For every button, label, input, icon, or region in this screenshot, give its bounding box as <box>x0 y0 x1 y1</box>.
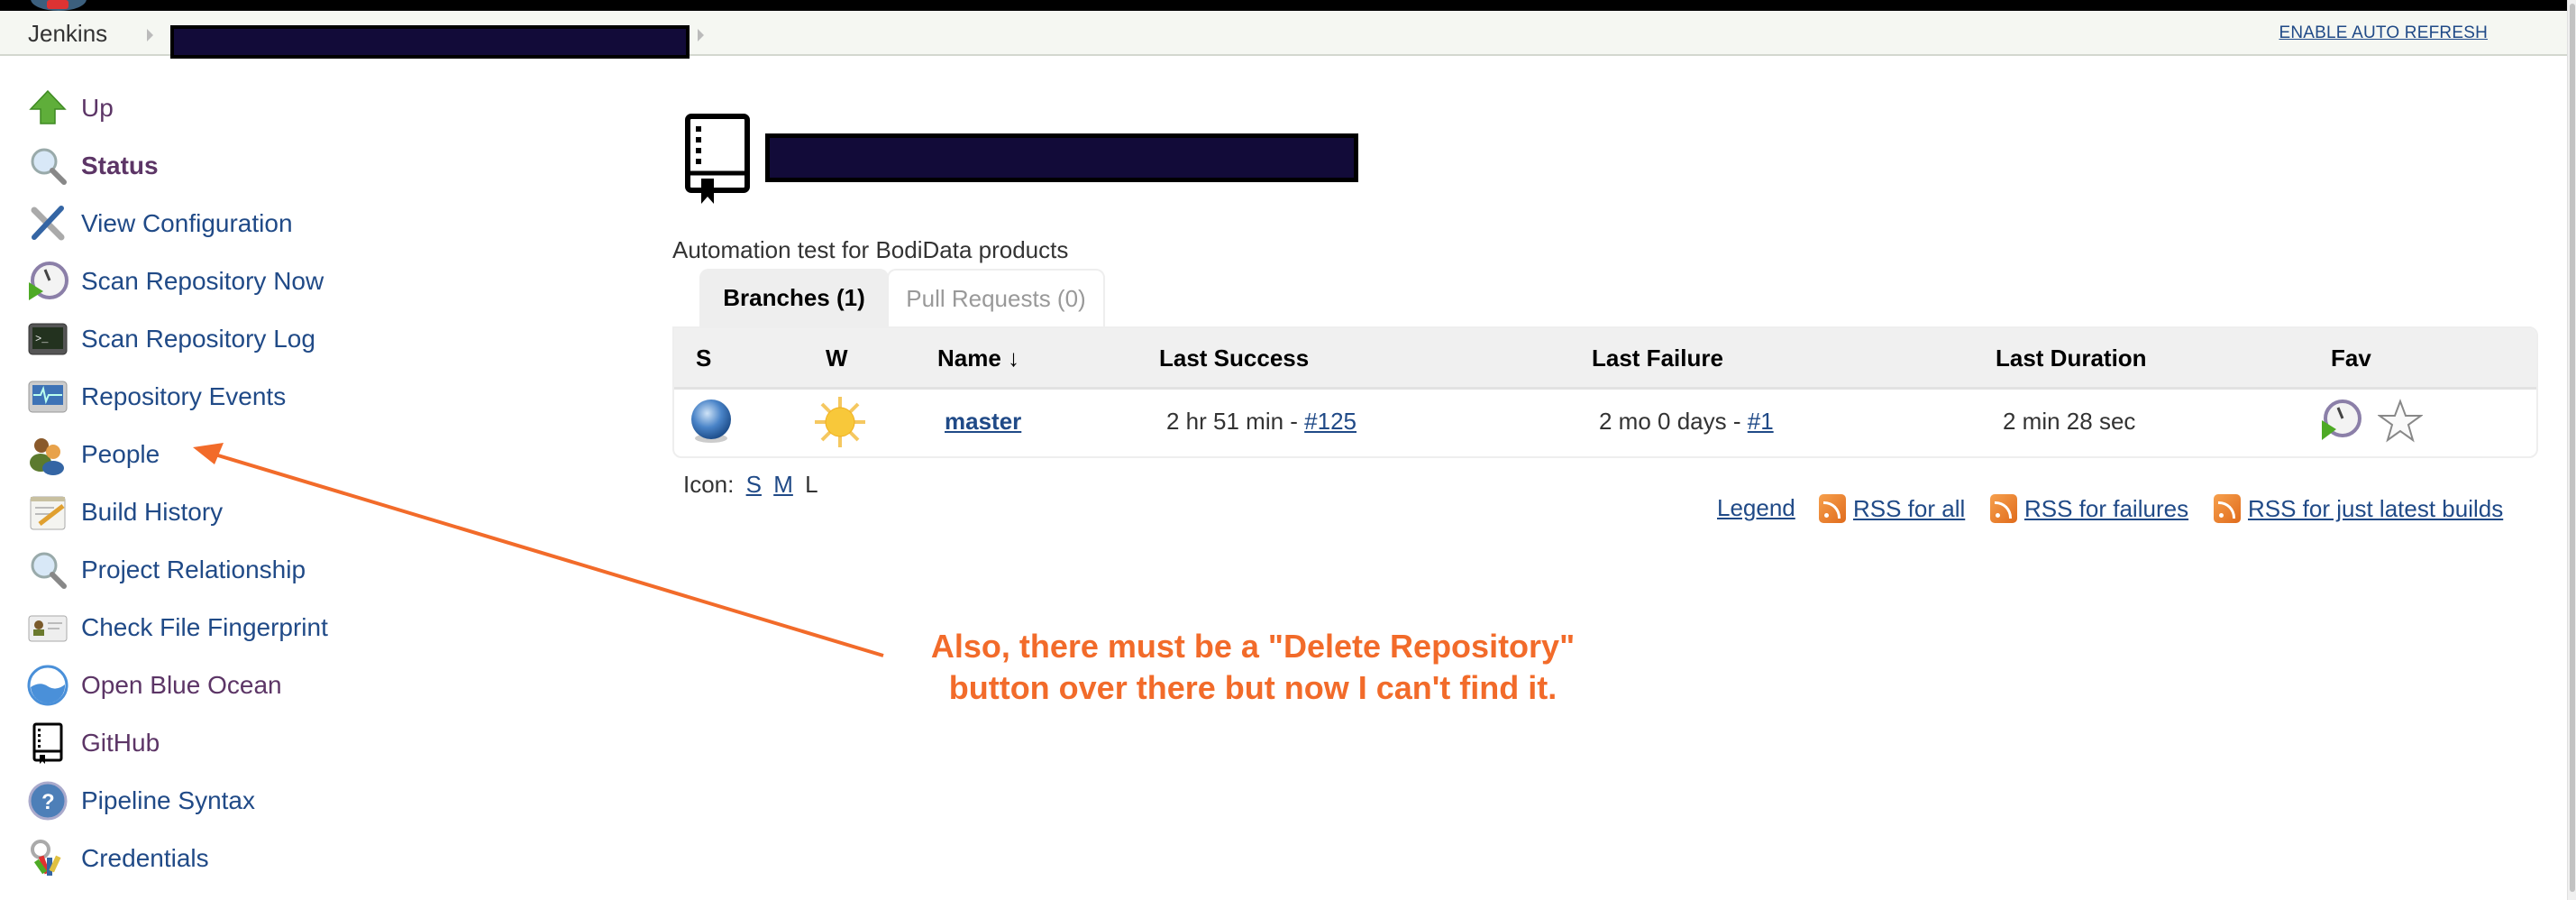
last-duration-cell: 2 min 28 sec <box>2003 408 2136 435</box>
last-success-time: 2 hr 51 min - <box>1166 408 1305 435</box>
sidebar-item-label: GitHub <box>81 729 160 757</box>
sidebar-item-label: Open Blue Ocean <box>81 671 282 699</box>
column-status[interactable]: S <box>696 344 711 372</box>
breadcrumb-separator-icon[interactable] <box>147 29 153 41</box>
sidebar-item-check-file-fingerprint[interactable]: Check File Fingerprint <box>27 605 328 650</box>
enable-auto-refresh-link[interactable]: ENABLE AUTO REFRESH <box>2279 23 2488 43</box>
last-failure-cell: 2 mo 0 days - #1 <box>1599 408 1774 436</box>
column-last-failure[interactable]: Last Failure <box>1592 344 1723 372</box>
magnifier-icon <box>27 145 69 187</box>
sidebar-item-label: Scan Repository Log <box>81 325 315 353</box>
favorite-star-icon[interactable] <box>2376 399 2425 448</box>
annotation-text: Also, there must be a "Delete Repository… <box>901 626 1604 709</box>
repo-book-icon <box>27 722 69 764</box>
fingerprint-card-icon <box>27 607 69 648</box>
column-last-duration[interactable]: Last Duration <box>1996 344 2147 372</box>
svg-text:>_: >_ <box>35 333 49 345</box>
sidebar-item-view-configuration[interactable]: View Configuration <box>27 201 293 246</box>
sidebar-item-scan-repository-now[interactable]: Scan Repository Now <box>27 259 324 304</box>
sidebar-item-label: Build History <box>81 498 224 526</box>
sidebar-item-up[interactable]: Up <box>27 86 114 131</box>
sidebar-item-label: Credentials <box>81 844 209 872</box>
column-weather[interactable]: W <box>826 344 848 372</box>
repo-description: Automation test for BodiData products <box>672 236 1069 263</box>
column-name[interactable]: Name ↓ <box>937 344 1019 372</box>
blue-ocean-icon <box>27 665 69 706</box>
table-header: S W Name ↓ Last Success Last Failure Las… <box>674 328 2536 390</box>
last-success-cell: 2 hr 51 min - #125 <box>1166 408 1357 436</box>
annotation-line-1: Also, there must be a "Delete Repository… <box>930 628 1576 665</box>
svg-text:?: ? <box>41 790 55 814</box>
help-icon: ? <box>27 780 69 822</box>
icon-size-label: Icon: <box>683 471 735 498</box>
repo-book-icon <box>685 114 750 204</box>
annotation-line-2: button over there but now I can't find i… <box>948 669 1557 706</box>
last-success-build-link[interactable]: #125 <box>1304 408 1357 435</box>
breadcrumb-separator-icon[interactable] <box>698 29 704 41</box>
sidebar-item-label: Project Relationship <box>81 556 306 583</box>
sidebar-item-label: Status <box>81 152 159 179</box>
breadcrumb-jenkins[interactable]: Jenkins <box>28 20 107 48</box>
tools-icon <box>27 203 69 244</box>
page-title-redacted <box>765 133 1358 182</box>
vertical-scrollbar[interactable] <box>2567 0 2576 900</box>
keys-icon <box>27 838 69 879</box>
tab-branches[interactable]: Branches (1) <box>699 269 889 326</box>
column-last-success[interactable]: Last Success <box>1159 344 1309 372</box>
rss-all-link[interactable]: RSS for all <box>1853 495 1965 523</box>
rss-latest-builds-link[interactable]: RSS for just latest builds <box>2248 495 2503 523</box>
jenkins-header <box>0 0 2567 11</box>
legend-link[interactable]: Legend <box>1717 494 1795 522</box>
tab-pull-requests[interactable]: Pull Requests (0) <box>887 269 1105 326</box>
monitor-pulse-icon <box>27 376 69 418</box>
sidebar-item-people[interactable]: People <box>27 432 160 477</box>
blue-ball-icon[interactable] <box>687 397 735 450</box>
sidebar-item-open-blue-ocean[interactable]: Open Blue Ocean <box>27 663 282 708</box>
icon-size-selector: Icon: S M L <box>683 471 818 499</box>
magnifier-icon <box>27 549 69 591</box>
sidebar-item-credentials[interactable]: Credentials <box>27 836 209 881</box>
sidebar-item-status[interactable]: Status <box>27 143 159 188</box>
sidebar-item-build-history[interactable]: Build History <box>27 490 223 535</box>
rss-failures-link[interactable]: RSS for failures <box>2024 495 2188 523</box>
sidebar-item-repository-events[interactable]: Repository Events <box>27 374 286 419</box>
column-fav[interactable]: Fav <box>2331 344 2371 372</box>
up-arrow-icon <box>27 87 69 129</box>
rss-icon[interactable] <box>1990 494 2017 523</box>
sidebar-item-label: View Configuration <box>81 209 293 237</box>
breadcrumb-redacted-item[interactable] <box>170 25 690 59</box>
terminal-icon: >_ <box>27 318 69 360</box>
sunny-icon[interactable] <box>813 395 867 454</box>
notepad-icon <box>27 491 69 533</box>
branches-table: S W Name ↓ Last Success Last Failure Las… <box>672 326 2538 458</box>
sidebar-item-project-relationship[interactable]: Project Relationship <box>27 547 306 592</box>
sidebar-item-github[interactable]: GitHub <box>27 721 160 766</box>
icon-size-small[interactable]: S <box>746 471 762 498</box>
sidebar-item-label: Scan Repository Now <box>81 267 324 295</box>
schedule-build-icon[interactable] <box>2318 399 2363 448</box>
icon-size-medium[interactable]: M <box>773 471 793 498</box>
branch-link-master[interactable]: master <box>945 408 1021 435</box>
rss-icon[interactable] <box>2214 494 2241 523</box>
sidebar-item-pipeline-syntax[interactable]: ? Pipeline Syntax <box>27 778 255 823</box>
sidebar-item-label: Pipeline Syntax <box>81 786 256 814</box>
scrollbar-thumb[interactable] <box>2570 4 2575 892</box>
people-icon <box>27 434 69 475</box>
sidebar-item-label: Up <box>81 94 114 122</box>
last-failure-time: 2 mo 0 days - <box>1599 408 1748 435</box>
sidebar-item-scan-repository-log[interactable]: >_ Scan Repository Log <box>27 317 315 362</box>
icon-size-large: L <box>805 471 818 498</box>
rss-icon[interactable] <box>1819 494 1846 523</box>
clock-play-icon <box>27 261 69 302</box>
sidebar-item-label: People <box>81 440 160 468</box>
sidebar-item-label: Repository Events <box>81 382 287 410</box>
sidebar-item-label: Check File Fingerprint <box>81 613 328 641</box>
jenkins-logo-icon[interactable] <box>31 0 87 11</box>
breadcrumb: Jenkins ENABLE AUTO REFRESH <box>0 11 2567 59</box>
last-failure-build-link[interactable]: #1 <box>1748 408 1774 435</box>
